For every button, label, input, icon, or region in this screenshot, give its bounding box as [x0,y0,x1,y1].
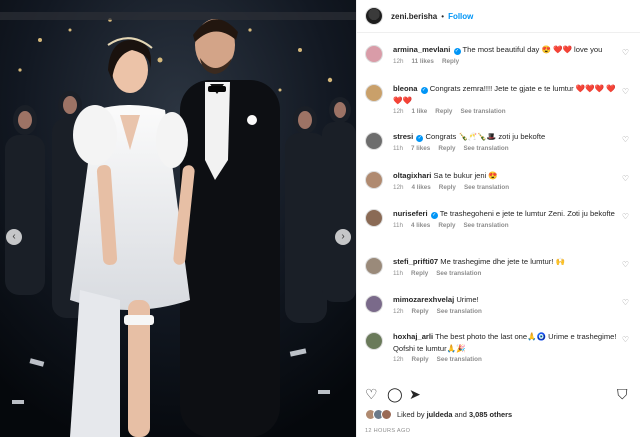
previous-photo-button[interactable]: ‹ [6,229,22,245]
comment-like-heart-icon[interactable]: ♡ [622,48,629,57]
comment-username[interactable]: stefi_prifti07 [393,257,438,266]
comment-item: oltagixhari Sa te bukur jeni 😍 12h 4 like… [365,170,635,191]
comment-username[interactable]: mimozarexhvelaj [393,295,454,304]
comment-time: 11h [393,221,404,229]
comment-item: mimozarexhvelaj Urime! 12h Reply See trans… [365,294,635,315]
chevron-left-icon: ‹ [12,231,16,242]
commenter-avatar[interactable] [365,209,383,227]
comment-username[interactable]: hoxhaj_arli [393,332,433,341]
post-side-panel: zeni.berisha • Follow armina_mevlani ✓ T… [356,0,640,437]
post-timestamp: 12 HOURS AGO [365,428,411,434]
author-avatar[interactable] [365,7,383,25]
comment-item: stefi_prifti07 Me trashegime dhe jete te… [365,256,635,277]
comment-time: 11h [393,269,404,277]
reply-button[interactable]: Reply [438,145,455,152]
author-username[interactable]: zeni.berisha [391,12,437,21]
comment-like-heart-icon[interactable]: ♡ [622,260,629,269]
comment-username[interactable]: armina_mevlani [393,45,450,54]
comment-like-heart-icon[interactable]: ♡ [622,135,629,144]
verified-badge-icon: ✓ [430,212,438,219]
comment-time: 12h [393,356,404,363]
commenter-avatar[interactable] [365,84,383,102]
comment-text: Congrats 🍾🥂🍾🎩 zoti ju bekofte [425,132,546,141]
reply-button[interactable]: Reply [438,222,455,229]
chevron-right-icon: › [341,231,345,242]
comment-text: The most beautiful day 😍 ❤️❤️ love you [462,45,603,54]
follow-button[interactable]: Follow [448,12,473,21]
comment-likes[interactable]: 4 likes [411,222,430,229]
see-translation-button[interactable]: See translation [460,108,505,115]
verified-badge-icon: ✓ [453,48,461,55]
post-photo[interactable]: ‹ › [0,0,356,437]
likes-count[interactable]: 3,085 others [469,410,512,419]
reply-button[interactable]: Reply [435,108,452,115]
reply-button[interactable]: Reply [439,184,456,191]
comment-likes[interactable]: 1 like [412,108,428,115]
commenter-avatar[interactable] [365,332,383,350]
comment-time: 11h [393,144,404,152]
see-translation-button[interactable]: See translation [437,308,482,315]
commenter-avatar[interactable] [365,295,383,313]
see-translation-button[interactable]: See translation [436,270,481,277]
comment-username[interactable]: oltagixhari [393,171,431,180]
verified-badge-icon: ✓ [420,87,428,94]
reply-button[interactable]: Reply [412,356,429,363]
reply-button[interactable]: Reply [411,270,428,277]
see-translation-button[interactable]: See translation [437,356,482,363]
comment-time: 12h [393,108,404,115]
commenter-avatar[interactable] [365,257,383,275]
comment-likes[interactable]: 4 likes [412,184,431,191]
post-actions-bar: ♡ ◯ ➤ ⛉ [365,384,635,404]
comment-likes[interactable]: 7 likes [411,145,430,152]
wedding-photo-illustration [0,0,356,437]
verified-badge-icon: ✓ [416,135,424,142]
header-separator: • [441,11,445,21]
comment-like-heart-icon[interactable]: ♡ [622,87,629,96]
comment-like-heart-icon[interactable]: ♡ [622,212,629,221]
comment-time: 12h [393,57,404,65]
comment-text: Te trashegoheni e jete te lumtur Zeni. Z… [439,209,615,218]
comment-item: armina_mevlani ✓ The most beautiful day … [365,44,635,65]
comment-text: Me trashegime dhe jete te lumtur! 🙌 [440,257,565,266]
comment-likes[interactable]: 11 likes [412,58,434,65]
comment-item: nuriseferi ✓ Te trashegoheni e jete te l… [365,208,635,229]
comment-username[interactable]: nuriseferi [393,209,428,218]
comment-username[interactable]: stresi [393,132,413,141]
comment-text: Urime! [456,295,479,304]
comment-like-heart-icon[interactable]: ♡ [622,174,629,183]
share-icon[interactable]: ➤ [409,386,421,402]
comment-icon[interactable]: ◯ [387,386,403,402]
likes-text: Liked by juldeda and 3,085 others [397,410,513,419]
heart-icon[interactable]: ♡ [365,386,378,402]
commenter-avatar[interactable] [365,171,383,189]
post-container: ‹ › zeni.berisha • Follow armina_mevlani… [0,0,640,437]
likes-summary: Liked by juldeda and 3,085 others [365,409,512,420]
see-translation-button[interactable]: See translation [464,184,509,191]
commenter-avatar[interactable] [365,132,383,150]
comment-text: Sa te bukur jeni 😍 [433,171,498,180]
comment-like-heart-icon[interactable]: ♡ [622,298,629,307]
see-translation-button[interactable]: See translation [463,145,508,152]
post-header: zeni.berisha • Follow [357,0,640,33]
bookmark-icon[interactable]: ⛉ [617,386,628,402]
comment-username[interactable]: bleona [393,84,417,93]
comment-item: hoxhaj_arli The best photo the last one🙏… [365,331,635,363]
comment-like-heart-icon[interactable]: ♡ [622,335,629,344]
comment-time: 12h [393,183,404,191]
next-photo-button[interactable]: › [335,229,351,245]
commenter-avatar[interactable] [365,45,383,63]
see-translation-button[interactable]: See translation [463,222,508,229]
reply-button[interactable]: Reply [412,308,429,315]
comment-item: stresi ✓ Congrats 🍾🥂🍾🎩 zoti ju bekofte 1… [365,131,635,152]
reply-button[interactable]: Reply [442,58,459,65]
liker-username[interactable]: juldeda [427,410,453,419]
comment-time: 12h [393,307,404,315]
liker-avatar [381,409,392,420]
comment-item: bleona ✓ Congrats zemra!!!! Jete te gjat… [365,83,635,115]
